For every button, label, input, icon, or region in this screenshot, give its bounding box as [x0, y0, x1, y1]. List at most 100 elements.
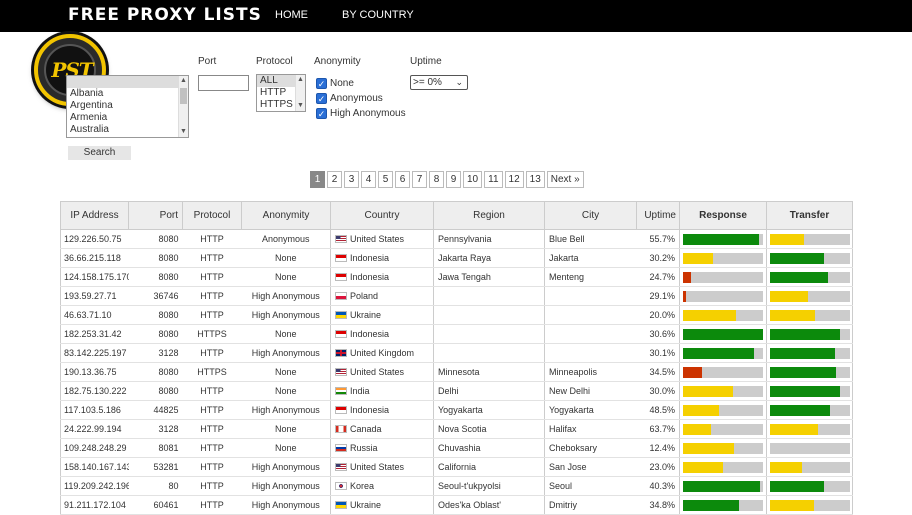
page-link-6[interactable]: 6	[395, 171, 410, 188]
header-protocol[interactable]: Protocol	[182, 201, 242, 230]
table-row: 36.66.215.118 8080 HTTP None Indonesia Jakart…	[60, 248, 853, 268]
header-region[interactable]: Region	[433, 201, 545, 230]
header-country[interactable]: Country	[330, 201, 434, 230]
checkmark-icon[interactable]: ✓	[316, 78, 327, 89]
nav-by-country-link[interactable]: BY COUNTRY	[342, 9, 414, 21]
cell-port: 8080	[128, 362, 183, 382]
cell-anonymity: High Anonymous	[241, 476, 331, 496]
cell-ip[interactable]: 190.13.36.75	[60, 362, 129, 382]
scroll-up-icon[interactable]: ▲	[180, 77, 187, 85]
page-link-13[interactable]: 13	[525, 171, 545, 188]
proxy-table-body: 129.226.50.75 8080 HTTP Anonymous United Sta…	[60, 229, 853, 515]
country-name: United States	[350, 367, 405, 377]
anonymity-none-checkbox[interactable]: ✓ None	[316, 78, 354, 89]
cell-ip[interactable]: 119.209.242.196	[60, 476, 129, 496]
cell-anonymity: Anonymous	[241, 229, 331, 249]
page-link-3[interactable]: 3	[344, 171, 359, 188]
header-response[interactable]: Response	[679, 201, 767, 230]
country-option[interactable]: Australia	[67, 124, 188, 136]
response-bar	[683, 233, 763, 245]
response-bar-fill	[683, 499, 739, 511]
page-link-7[interactable]: 7	[412, 171, 427, 188]
country-option[interactable]: Armenia	[67, 112, 188, 124]
country-option[interactable]	[67, 76, 188, 88]
flag-us-icon	[335, 368, 347, 376]
cell-ip[interactable]: 36.66.215.118	[60, 248, 129, 268]
protocol-listbox[interactable]: ALL HTTP HTTPS ▲ ▼	[256, 74, 306, 112]
scroll-thumb[interactable]	[180, 88, 187, 104]
scroll-up-icon[interactable]: ▲	[297, 76, 304, 84]
cell-ip[interactable]: 91.211.172.104	[60, 495, 129, 515]
country-option[interactable]: Argentina	[67, 100, 188, 112]
next-page-link[interactable]: Next »	[546, 171, 584, 188]
cell-region: California	[433, 457, 545, 477]
nav-home-link[interactable]: HOME	[275, 9, 308, 21]
cell-ip[interactable]: 129.226.50.75	[60, 229, 129, 249]
header-uptime[interactable]: Uptime	[636, 201, 680, 230]
cell-transfer	[766, 457, 853, 477]
cell-country: Indonesia	[330, 324, 434, 344]
checkmark-icon[interactable]: ✓	[316, 108, 327, 119]
header-city[interactable]: City	[544, 201, 637, 230]
checkmark-icon[interactable]: ✓	[316, 93, 327, 104]
cell-ip[interactable]: 117.103.5.186	[60, 400, 129, 420]
page-link-1[interactable]: 1	[310, 171, 325, 188]
cell-region: Yogyakarta	[433, 400, 545, 420]
cell-response	[679, 362, 767, 382]
uptime-selected-value: >= 0%	[413, 77, 442, 88]
protocol-list-scrollbar[interactable]: ▲ ▼	[295, 75, 305, 111]
transfer-bar	[770, 252, 850, 264]
response-bar	[683, 404, 763, 416]
response-bar	[683, 252, 763, 264]
uptime-select[interactable]: >= 0% ⌄	[410, 75, 468, 90]
page-link-5[interactable]: 5	[378, 171, 393, 188]
cell-ip[interactable]: 83.142.225.197	[60, 343, 129, 363]
cell-region: Jakarta Raya	[433, 248, 545, 268]
cell-anonymity: None	[241, 438, 331, 458]
cell-port: 8080	[128, 324, 183, 344]
cell-region: Nova Scotia	[433, 419, 545, 439]
page-link-9[interactable]: 9	[446, 171, 461, 188]
scroll-down-icon[interactable]: ▼	[297, 102, 304, 110]
response-bar-fill	[683, 480, 760, 492]
country-name: Ukraine	[350, 500, 382, 510]
cell-ip[interactable]: 182.253.31.42	[60, 324, 129, 344]
page-link-8[interactable]: 8	[429, 171, 444, 188]
search-button[interactable]: Search	[68, 146, 131, 160]
page-link-4[interactable]: 4	[361, 171, 376, 188]
site-brand[interactable]: FREE PROXY LISTS	[68, 5, 262, 25]
cell-ip[interactable]: 109.248.248.29	[60, 438, 129, 458]
header-transfer[interactable]: Transfer	[766, 201, 853, 230]
country-option[interactable]: Albania	[67, 88, 188, 100]
cell-transfer	[766, 343, 853, 363]
page-link-10[interactable]: 10	[463, 171, 483, 188]
cell-ip[interactable]: 158.140.167.143	[60, 457, 129, 477]
page-link-11[interactable]: 11	[484, 171, 503, 188]
page-link-2[interactable]: 2	[327, 171, 342, 188]
cell-city: Halifax	[544, 419, 637, 439]
anonymity-anonymous-checkbox[interactable]: ✓ Anonymous	[316, 93, 383, 104]
response-bar-fill	[683, 385, 733, 397]
table-row: 182.75.130.222 8080 HTTP None India Delhi New …	[60, 381, 853, 401]
anonymity-high-checkbox[interactable]: ✓ High Anonymous	[316, 108, 406, 119]
port-input[interactable]	[198, 75, 249, 91]
cell-anonymity: High Anonymous	[241, 495, 331, 515]
cell-ip[interactable]: 46.63.71.10	[60, 305, 129, 325]
cell-ip[interactable]: 193.59.27.71	[60, 286, 129, 306]
cell-ip[interactable]: 24.222.99.194	[60, 419, 129, 439]
cell-anonymity: None	[241, 381, 331, 401]
port-label: Port	[198, 56, 217, 67]
scroll-down-icon[interactable]: ▼	[180, 128, 187, 136]
cell-region: Minnesota	[433, 362, 545, 382]
cell-ip[interactable]: 124.158.175.170	[60, 267, 129, 287]
response-bar	[683, 347, 763, 359]
response-bar-fill	[683, 404, 719, 416]
country-list-scrollbar[interactable]: ▲ ▼	[178, 76, 188, 137]
page-link-12[interactable]: 12	[504, 171, 524, 188]
header-ip[interactable]: IP Address	[60, 201, 129, 230]
country-listbox[interactable]: Albania Argentina Armenia Australia ▲ ▼	[66, 75, 189, 138]
header-port[interactable]: Port	[128, 201, 183, 230]
cell-ip[interactable]: 182.75.130.222	[60, 381, 129, 401]
cell-region: Jawa Tengah	[433, 267, 545, 287]
header-anonymity[interactable]: Anonymity	[241, 201, 331, 230]
